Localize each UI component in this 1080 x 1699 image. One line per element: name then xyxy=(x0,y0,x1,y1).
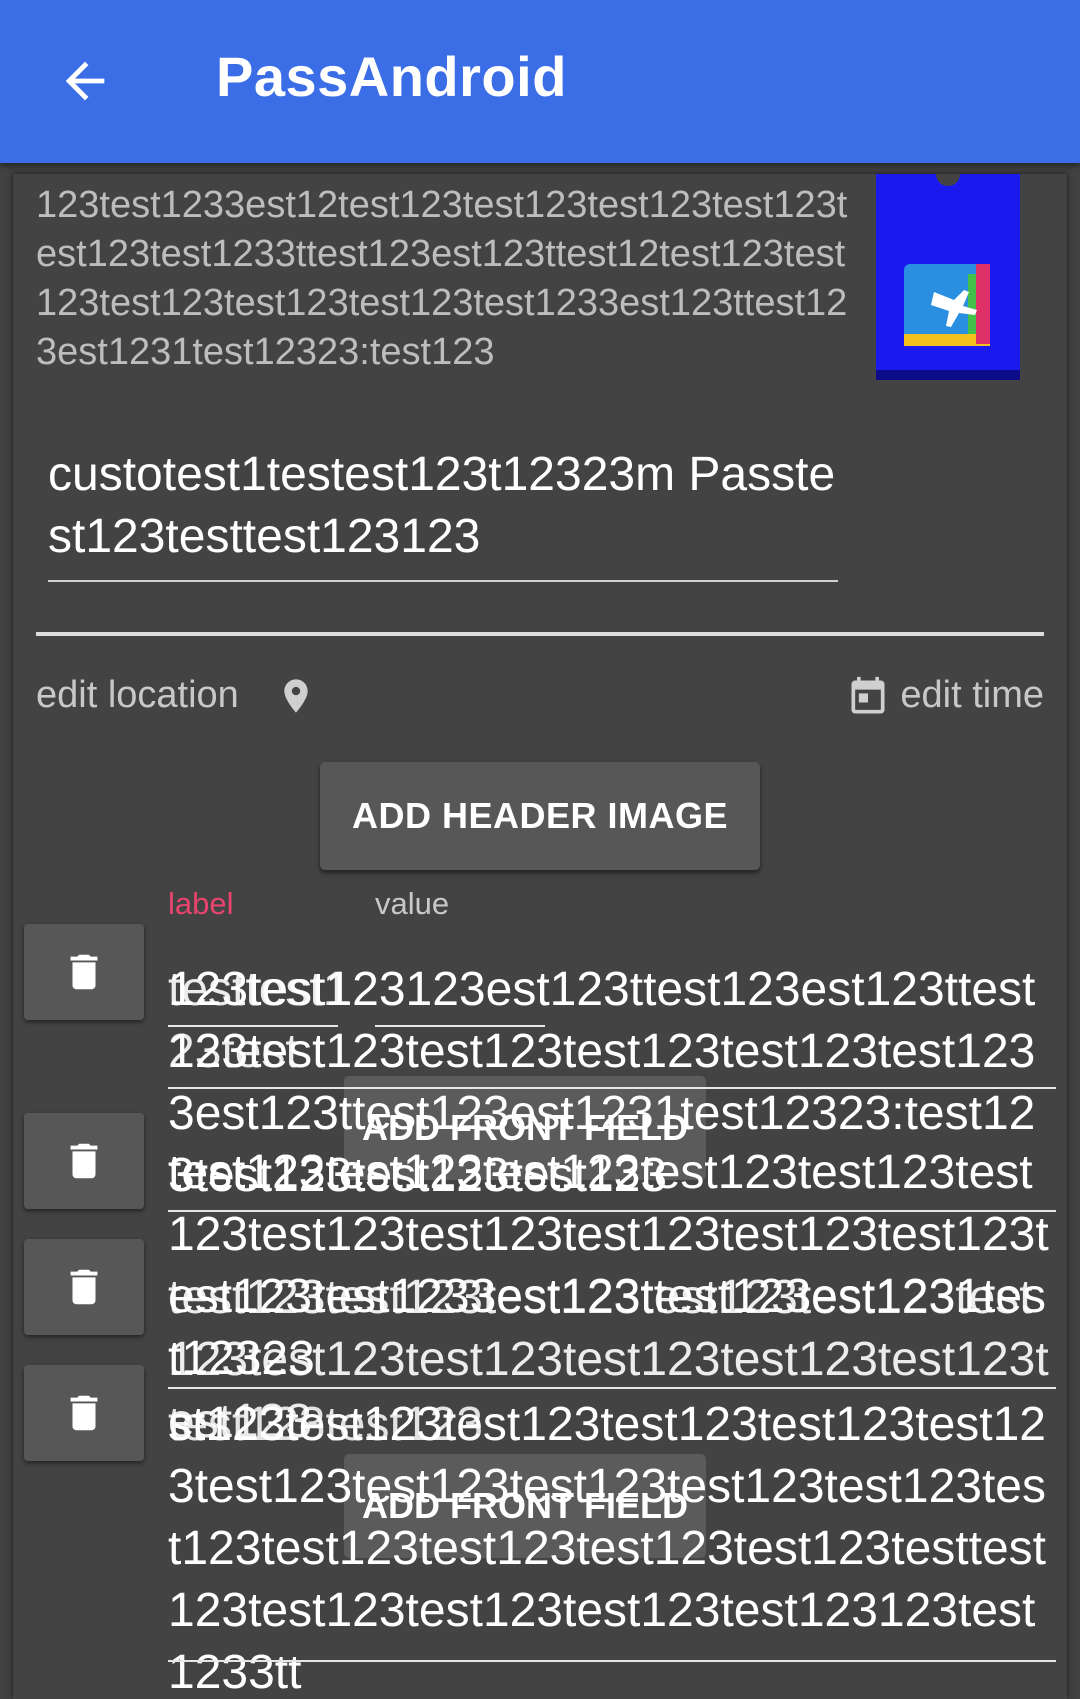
label-column-header: label xyxy=(168,886,234,921)
field-underline xyxy=(168,1025,338,1027)
field-underline xyxy=(168,1660,1056,1662)
trash-icon xyxy=(70,1143,98,1179)
trash-icon xyxy=(70,1395,98,1431)
field-underline xyxy=(168,1210,1056,1212)
delete-field-button[interactable] xyxy=(24,1365,144,1461)
arrow-back-icon[interactable] xyxy=(56,52,114,110)
trash-icon xyxy=(70,954,98,990)
edit-location-link[interactable]: edit location xyxy=(36,674,239,717)
field-underline xyxy=(168,1087,1056,1089)
field-label-input[interactable]: test123test123 xyxy=(168,1142,1056,1204)
trash-icon xyxy=(70,1269,98,1305)
pass-description[interactable]: 123test1233est12test123test123test123tes… xyxy=(36,181,856,377)
pass-name-field[interactable]: custotest1testest123t12323m Passtest123t… xyxy=(48,444,838,582)
section-divider xyxy=(36,632,1044,636)
edit-time-link[interactable]: edit time xyxy=(900,674,1044,717)
value-column-header: value xyxy=(375,886,450,921)
delete-field-button[interactable] xyxy=(24,924,144,1020)
pass-edit-card: 123test1233est12test123test123test123tes… xyxy=(13,174,1067,1699)
location-pin-icon[interactable] xyxy=(276,672,316,720)
add-header-image-button[interactable]: ADD HEADER IMAGE xyxy=(320,762,760,870)
field-underline xyxy=(168,1387,1056,1389)
field-label-input[interactable]: test123test123 xyxy=(168,1394,1056,1456)
app-title: PassAndroid xyxy=(216,45,567,108)
pass-name-text: custotest1testest123t12323m Passtest123t… xyxy=(48,448,836,563)
location-time-row: edit location edit time xyxy=(36,664,1044,734)
field-label-input[interactable]: testtest123test xyxy=(168,959,368,1083)
app-bar: PassAndroid xyxy=(0,0,1080,163)
delete-field-button[interactable] xyxy=(24,1113,144,1209)
calendar-icon[interactable] xyxy=(846,674,890,720)
delete-field-button[interactable] xyxy=(24,1239,144,1335)
field-underline xyxy=(375,1025,545,1027)
airplane-boarding-pass-icon[interactable] xyxy=(876,174,1020,380)
